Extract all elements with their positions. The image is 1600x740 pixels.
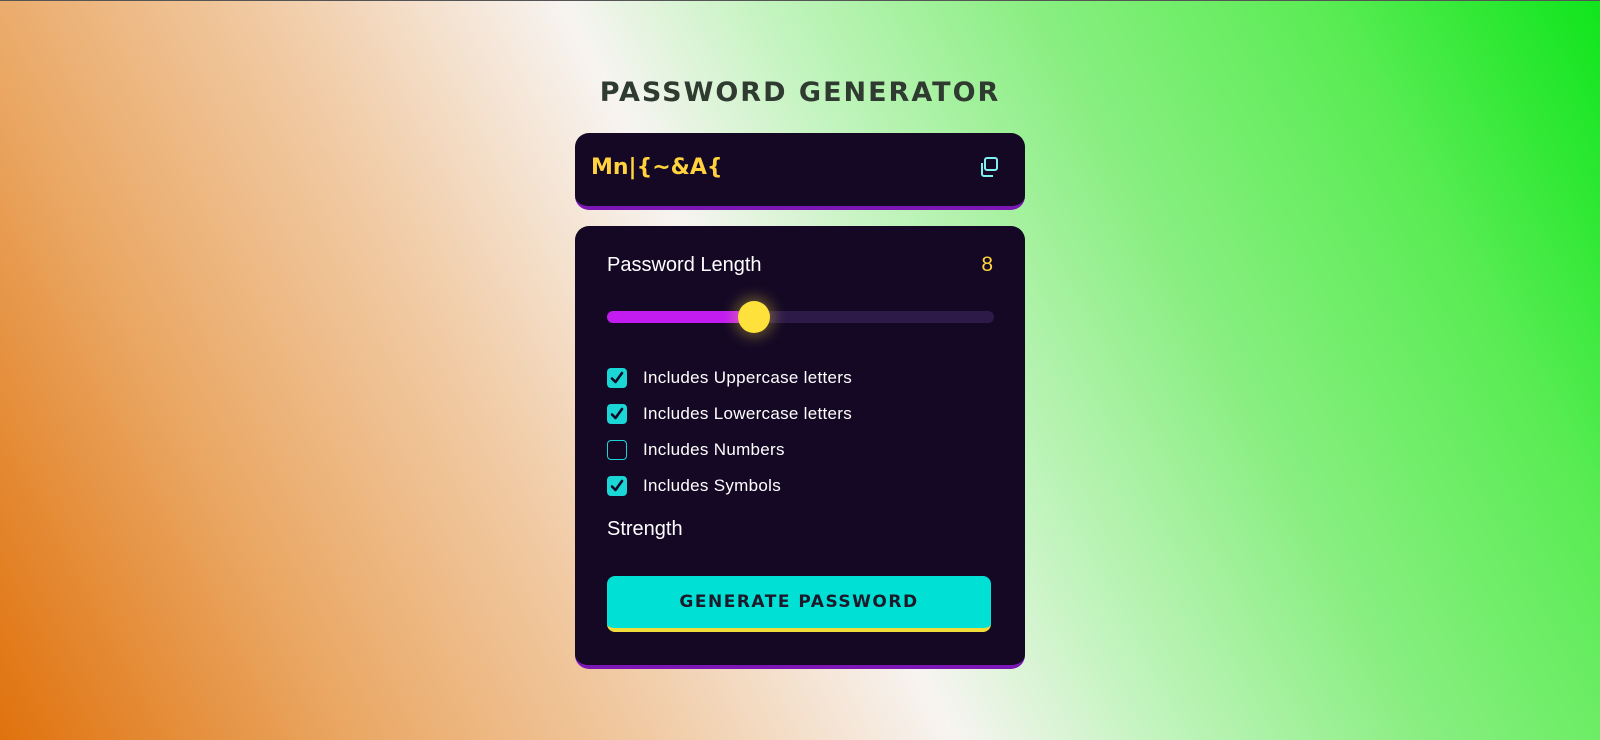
option-lowercase[interactable]: Includes Lowercase letters <box>607 396 1007 432</box>
slider-fill <box>607 311 755 323</box>
lowercase-label: Includes Lowercase letters <box>643 404 853 423</box>
options-list: Includes Uppercase letters Includes Lowe… <box>607 360 1007 504</box>
numbers-label: Includes Numbers <box>643 440 785 459</box>
option-symbols[interactable]: Includes Symbols <box>607 468 1007 504</box>
checkmark-icon <box>610 479 624 492</box>
password-display: Mn|{~&A{ <box>575 133 1025 210</box>
uppercase-checkbox[interactable] <box>607 368 627 388</box>
password-length-value: 8 <box>981 253 993 276</box>
checkmark-icon <box>610 371 624 384</box>
password-length-label: Password Length <box>607 254 762 276</box>
password-output: Mn|{~&A{ <box>591 155 723 180</box>
settings-panel: Password Length 8 Includes Uppercase let… <box>575 226 1025 669</box>
generate-password-button[interactable]: GENERATE PASSWORD <box>607 576 991 632</box>
slider-thumb[interactable] <box>738 301 771 333</box>
strength-label: Strength <box>607 518 683 540</box>
uppercase-label: Includes Uppercase letters <box>643 368 853 387</box>
length-slider[interactable] <box>607 301 994 333</box>
numbers-checkbox[interactable] <box>607 440 627 460</box>
copy-icon[interactable] <box>977 155 1001 179</box>
symbols-label: Includes Symbols <box>643 476 782 495</box>
option-numbers[interactable]: Includes Numbers <box>607 432 1007 468</box>
checkmark-icon <box>610 407 624 420</box>
lowercase-checkbox[interactable] <box>607 404 627 424</box>
symbols-checkbox[interactable] <box>607 476 627 496</box>
option-uppercase[interactable]: Includes Uppercase letters <box>607 360 1007 396</box>
page-title: PASSWORD GENERATOR <box>599 77 1001 108</box>
